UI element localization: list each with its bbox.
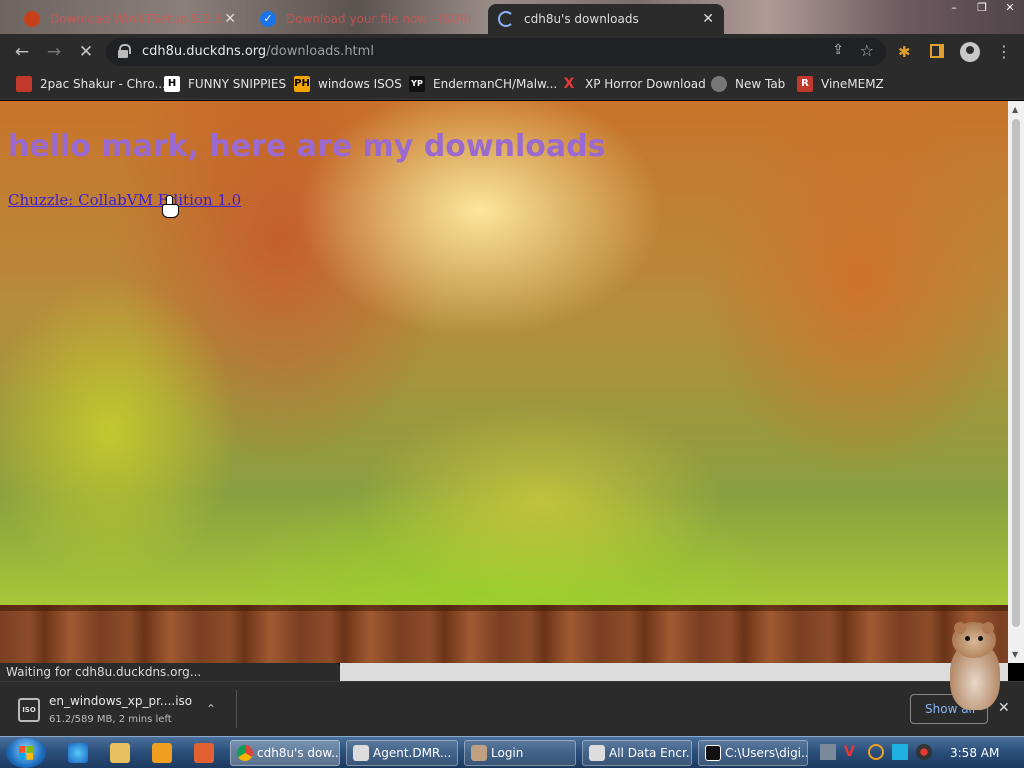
tab-winntsetup[interactable]: Download WinNTSetup 5.2.3 ✕ xyxy=(14,4,246,34)
bookmark-favicon-icon: H xyxy=(164,76,180,92)
loading-spinner-icon xyxy=(498,11,514,27)
address-bar[interactable]: cdh8u.duckdns.org/downloads.html ⇪ ☆ xyxy=(106,38,886,66)
restore-icon[interactable]: ❐ xyxy=(968,0,996,16)
status-bubble: Waiting for cdh8u.duckdns.org... xyxy=(0,663,340,681)
taskbar-clock[interactable]: 3:58 AM xyxy=(950,746,999,760)
download-link-chuzzle[interactable]: Chuzzle: CollabVM Edition 1.0 xyxy=(8,191,241,209)
bookmarks-bar: 2pac Shakur - Chro... H FUNNY SNIPPIES P… xyxy=(0,70,1024,100)
bookmark-favicon-icon xyxy=(16,76,32,92)
bookmark-funny-snippies[interactable]: H FUNNY SNIPPIES xyxy=(164,76,286,92)
tab-label: Download your file now - ISORi xyxy=(286,12,472,26)
hand-cursor-icon xyxy=(162,195,179,218)
bookmark-new-tab[interactable]: New Tab xyxy=(711,76,785,92)
taskbar-chrome[interactable]: cdh8u's dow... xyxy=(230,740,340,766)
bookmark-2pac[interactable]: 2pac Shakur - Chro... xyxy=(16,76,166,92)
tray-app-icon[interactable] xyxy=(820,744,836,760)
tab-close-icon[interactable]: ✕ xyxy=(702,11,714,27)
browser-toolbar: ← → ✕ cdh8u.duckdns.org/downloads.html ⇪… xyxy=(0,34,1024,70)
page-content: hello mark, here are my downloads Chuzzl… xyxy=(0,101,1008,663)
address-url[interactable]: cdh8u.duckdns.org/downloads.html xyxy=(142,44,374,59)
tray-search-icon[interactable] xyxy=(868,744,884,760)
tray-record-icon[interactable] xyxy=(916,744,932,760)
tab-label: cdh8u's downloads xyxy=(524,12,639,26)
profile-avatar-icon[interactable] xyxy=(960,42,980,62)
bookmark-windows-isos[interactable]: PH windows ISOS xyxy=(294,76,402,92)
tray-monitor-icon[interactable] xyxy=(892,744,908,760)
tab-close-icon[interactable]: ✕ xyxy=(224,11,236,27)
back-arrow-icon[interactable]: ← xyxy=(12,42,32,62)
windows-logo-icon xyxy=(19,746,33,760)
media-player-icon[interactable] xyxy=(152,743,172,763)
horizontal-scrollbar[interactable] xyxy=(340,663,1008,681)
divider xyxy=(236,690,237,728)
bookmark-favicon-icon: YP xyxy=(409,76,425,92)
bookmark-favicon-icon: R xyxy=(797,76,813,92)
window-icon xyxy=(353,745,369,761)
chrome-icon xyxy=(237,745,253,761)
chevron-up-icon[interactable]: ⌃ xyxy=(206,702,216,716)
tab-label: Download WinNTSetup 5.2.3 xyxy=(50,12,222,26)
menu-kebab-icon[interactable]: ⋮ xyxy=(996,42,1012,61)
user-icon xyxy=(471,745,487,761)
7zip-icon xyxy=(705,745,721,761)
internet-explorer-icon[interactable] xyxy=(68,743,88,763)
app-pinned-icon[interactable] xyxy=(194,743,214,763)
scrollbar-thumb[interactable] xyxy=(1012,119,1020,627)
taskbar-7zip[interactable]: C:\Users\digi... xyxy=(698,740,808,766)
download-filename[interactable]: en_windows_xp_pr....iso xyxy=(49,694,192,708)
bookmark-favicon-icon: X xyxy=(563,76,575,92)
scroll-down-icon[interactable]: ▼ xyxy=(1012,650,1018,659)
extensions-puzzle-icon[interactable]: ✱ xyxy=(898,43,911,61)
bookmark-xp-horror[interactable]: X XP Horror Download xyxy=(561,76,706,92)
tab-active-downloads[interactable]: cdh8u's downloads ✕ xyxy=(488,4,724,34)
tab-favicon xyxy=(24,11,40,27)
hamster-image xyxy=(944,620,1004,715)
stop-loading-icon[interactable]: ✕ xyxy=(76,42,96,62)
tab-strip: Download WinNTSetup 5.2.3 ✕ ✓ Download y… xyxy=(0,0,1024,34)
tab-isori[interactable]: ✓ Download your file now - ISORi xyxy=(250,4,484,34)
tray-v-icon[interactable]: V xyxy=(844,744,860,760)
wooden-deck-background xyxy=(0,605,1008,663)
window-icon xyxy=(589,745,605,761)
explorer-folder-icon[interactable] xyxy=(110,743,130,763)
bookmark-star-icon[interactable]: ☆ xyxy=(860,41,874,60)
bookmark-favicon-icon xyxy=(711,76,727,92)
bookmark-vinememz[interactable]: R VineMEMZ xyxy=(797,76,884,92)
minimize-icon[interactable]: – xyxy=(940,0,968,16)
lock-icon[interactable] xyxy=(118,44,131,58)
window-controls: – ❐ ✕ xyxy=(940,0,1024,16)
taskbar-login[interactable]: Login xyxy=(464,740,576,766)
bookmark-endermanch[interactable]: YP EndermanCH/Malw... xyxy=(409,76,557,92)
taskbar-agent[interactable]: Agent.DMR... xyxy=(346,740,458,766)
taskbar-all-data[interactable]: All Data Encr... xyxy=(582,740,692,766)
side-panel-icon[interactable] xyxy=(930,44,944,58)
bookmark-favicon-icon: PH xyxy=(294,76,310,92)
vertical-scrollbar[interactable]: ▲ ▼ xyxy=(1008,101,1024,663)
start-button[interactable] xyxy=(6,738,46,768)
checkmark-icon: ✓ xyxy=(260,11,276,27)
page-heading: hello mark, here are my downloads xyxy=(8,129,606,164)
download-progress: 61.2/589 MB, 2 mins left xyxy=(49,714,172,725)
windows-taskbar: cdh8u's dow... Agent.DMR... Login All Da… xyxy=(0,736,1024,768)
scroll-up-icon[interactable]: ▲ xyxy=(1012,105,1018,114)
share-icon[interactable]: ⇪ xyxy=(832,42,844,58)
download-shelf: ISO en_windows_xp_pr....iso 61.2/589 MB,… xyxy=(0,681,1024,736)
iso-file-icon: ISO xyxy=(18,698,40,722)
forward-arrow-icon[interactable]: → xyxy=(44,42,64,62)
close-window-icon[interactable]: ✕ xyxy=(996,0,1024,16)
